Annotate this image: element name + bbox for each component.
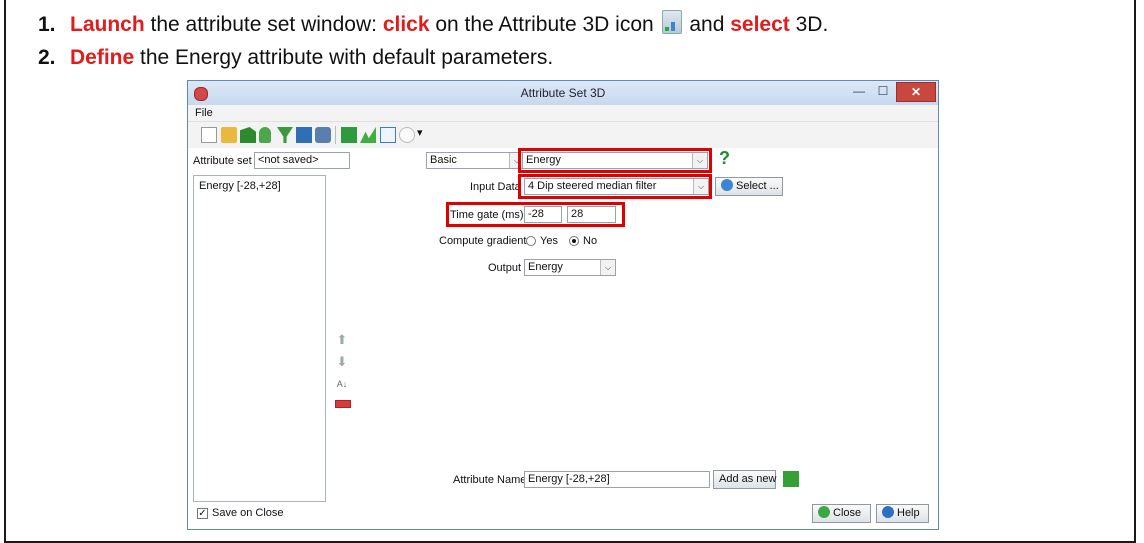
cube-icon[interactable] bbox=[341, 127, 357, 143]
gradient-no-radio[interactable] bbox=[569, 236, 579, 246]
time-gate-highlight bbox=[446, 202, 625, 227]
open-folder-icon[interactable] bbox=[221, 127, 237, 143]
attribute-type-highlight bbox=[518, 148, 712, 173]
attribute-list[interactable]: Energy [-28,+28] bbox=[193, 175, 326, 502]
keyword-select: select bbox=[730, 13, 790, 36]
graph-icon[interactable] bbox=[399, 127, 415, 143]
instruction-step-1: 1. Launch the attribute set window: click… bbox=[38, 10, 828, 37]
gradient-yes-label: Yes bbox=[540, 235, 558, 247]
save-on-close-label: Save on Close bbox=[212, 507, 284, 519]
help-icon bbox=[882, 506, 894, 518]
help-button[interactable]: Help bbox=[876, 504, 929, 523]
attribute-name-label: Attribute Name bbox=[453, 474, 527, 486]
category-combo[interactable]: Basic ⌵ bbox=[426, 152, 525, 169]
sort-az-icon[interactable]: A↓ bbox=[335, 377, 349, 391]
database-icon bbox=[721, 179, 733, 191]
menu-file[interactable]: File bbox=[195, 107, 213, 119]
gradient-no-label: No bbox=[583, 235, 598, 247]
move-down-icon[interactable]: ⬇ bbox=[335, 355, 349, 369]
attribute-3d-icon bbox=[661, 10, 682, 34]
title-bar: Attribute Set 3D — ☐ ✕ bbox=[188, 81, 938, 105]
attribute-set-window: Attribute Set 3D — ☐ ✕ File ▾ Attribute … bbox=[187, 80, 939, 530]
attribute-set-label: Attribute set bbox=[193, 155, 252, 167]
close-window-button[interactable]: ✕ bbox=[896, 82, 936, 102]
keyword-launch: Launch bbox=[70, 13, 145, 36]
gradient-yes-radio[interactable] bbox=[526, 236, 536, 246]
compute-gradient-label: Compute gradient bbox=[439, 235, 527, 247]
minimize-button[interactable]: — bbox=[848, 82, 870, 100]
keyword-define: Define bbox=[70, 46, 135, 69]
keyword-click: click bbox=[382, 13, 430, 36]
bulb-icon[interactable] bbox=[259, 127, 271, 143]
attribute-name-field[interactable]: Energy [-28,+28] bbox=[524, 471, 710, 488]
add-attribute-icon[interactable] bbox=[783, 471, 799, 487]
window-title: Attribute Set 3D bbox=[520, 86, 606, 100]
select-button[interactable]: Select ... bbox=[715, 177, 783, 196]
move-up-icon[interactable]: ⬆ bbox=[335, 333, 349, 347]
save-as-icon[interactable] bbox=[315, 127, 331, 143]
input-data-label: Input Data bbox=[470, 181, 521, 193]
output-combo[interactable]: Energy ⌵ bbox=[524, 259, 616, 276]
input-data-highlight bbox=[518, 174, 712, 199]
chevron-down-icon: ⌵ bbox=[600, 260, 615, 275]
menu-bar: File bbox=[188, 105, 938, 122]
maximize-button[interactable]: ☐ bbox=[872, 82, 894, 100]
crossplot-icon[interactable] bbox=[380, 127, 396, 143]
close-button[interactable]: Close bbox=[812, 504, 871, 523]
filter-icon[interactable] bbox=[277, 127, 293, 143]
new-file-icon[interactable] bbox=[201, 127, 217, 143]
help-question-icon[interactable]: ? bbox=[719, 148, 730, 169]
save-on-close-checkbox[interactable]: ✓ bbox=[197, 508, 208, 519]
save-icon[interactable] bbox=[296, 127, 312, 143]
toolbar: ▾ bbox=[188, 122, 938, 148]
attribute-set-field[interactable]: <not saved> bbox=[254, 152, 350, 169]
import-icon[interactable] bbox=[240, 127, 256, 143]
add-as-new-button[interactable]: Add as new bbox=[713, 470, 776, 489]
list-item[interactable]: Energy [-28,+28] bbox=[199, 180, 281, 192]
dropdown-arrow-icon[interactable]: ▾ bbox=[417, 126, 423, 139]
instruction-step-2: 2. Define the Energy attribute with defau… bbox=[38, 46, 554, 69]
remove-icon[interactable] bbox=[335, 400, 351, 408]
evaluate-icon[interactable] bbox=[360, 127, 376, 143]
checkmark-icon bbox=[818, 506, 830, 518]
output-label: Output bbox=[488, 262, 522, 274]
